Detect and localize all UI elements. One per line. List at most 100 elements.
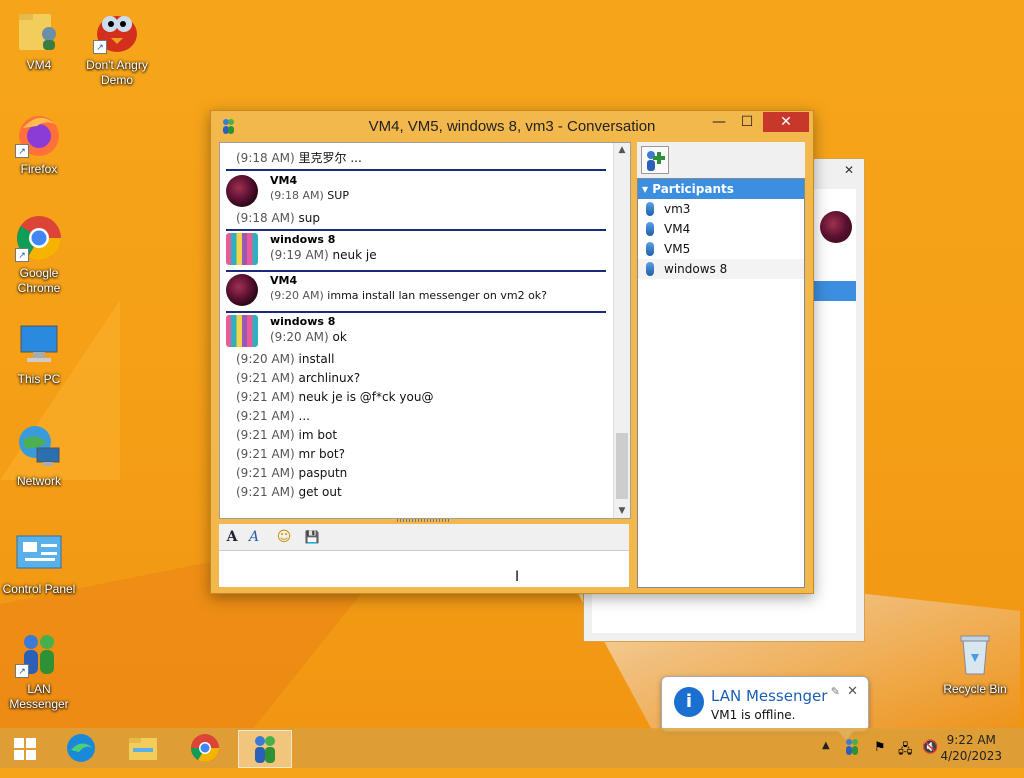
taskbar-lan-messenger[interactable] <box>238 730 292 768</box>
lan-messenger-icon: ↗ <box>15 630 63 678</box>
chat-message: (9:20 AM) ok <box>270 330 347 344</box>
taskbar-edge[interactable] <box>56 730 106 766</box>
participant-item[interactable]: windows 8 <box>638 259 804 279</box>
message-text: get out <box>298 485 342 499</box>
avatar <box>226 315 258 347</box>
participants-list[interactable]: ▾ Participants vm3 VM4 VM5 windows 8 <box>637 178 805 588</box>
desktop-icon-control-panel[interactable]: Control Panel <box>1 530 77 597</box>
recycle-bin-icon <box>951 630 999 678</box>
info-icon: i <box>674 687 704 717</box>
show-hidden-icons-icon[interactable]: ▲ <box>822 740 830 751</box>
clock-date: 4/20/2023 <box>940 749 1002 763</box>
message-sender: windows 8 <box>270 233 336 246</box>
font-style-icon[interactable]: A <box>245 528 263 546</box>
scroll-down-icon[interactable]: ▼ <box>614 506 630 516</box>
message-input[interactable]: I <box>219 550 629 587</box>
message-text: SUP <box>327 189 349 202</box>
participant-item[interactable]: VM4 <box>638 219 804 239</box>
clock[interactable]: 9:22 AM 4/20/2023 <box>940 732 1002 764</box>
notification-close-button[interactable]: ✕ <box>847 684 858 699</box>
chat-history[interactable]: (9:18 AM) 里克罗尔 ... VM4 (9:18 AM) SUP (9:… <box>219 142 631 519</box>
message-time: (9:20 AM) <box>270 289 324 302</box>
volume-muted-icon[interactable]: 🔇 <box>922 740 938 755</box>
add-participant-icon <box>647 151 665 171</box>
conversation-window[interactable]: VM4, VM5, windows 8, vm3 - Conversation … <box>210 110 814 594</box>
font-icon[interactable]: A <box>223 528 241 546</box>
chat-message: (9:18 AM) 里克罗尔 ... <box>236 149 362 166</box>
desktop-icon-dont-angry-demo[interactable]: ↗ Don't Angry Demo <box>79 6 155 88</box>
user-icon <box>646 262 654 276</box>
avatar <box>226 175 258 207</box>
save-icon[interactable]: 💾 <box>303 528 321 546</box>
notification-balloon[interactable]: i LAN Messenger VM1 is offline. ✎ ✕ <box>661 676 869 740</box>
message-separator <box>226 270 606 272</box>
message-text: 里克罗尔 ... <box>298 151 362 165</box>
message-sender: windows 8 <box>270 315 336 328</box>
participants-panel: ▾ Participants vm3 VM4 VM5 windows 8 <box>637 142 805 588</box>
desktop-icon-vm4[interactable]: VM4 <box>1 6 77 73</box>
pin-icon[interactable]: ✎ <box>831 685 840 698</box>
user-icon <box>646 242 654 256</box>
message-time: (9:21 AM) <box>236 371 295 385</box>
angry-bird-icon: ↗ <box>93 6 141 54</box>
close-button[interactable]: ✕ <box>763 112 809 132</box>
desktop-icon-network[interactable]: Network <box>1 422 77 489</box>
chat-message: (9:21 AM) mr bot? <box>236 447 345 461</box>
title-bar[interactable]: VM4, VM5, windows 8, vm3 - Conversation … <box>211 111 813 141</box>
desktop-icon-this-pc[interactable]: This PC <box>1 320 77 387</box>
notification-title: LAN Messenger <box>711 687 828 705</box>
desktop-icon-firefox[interactable]: ↗ Firefox <box>1 110 77 177</box>
format-toolbar: A A ☺ 💾 <box>219 524 629 550</box>
taskbar-chrome[interactable] <box>180 730 230 766</box>
participant-item[interactable]: vm3 <box>638 199 804 219</box>
start-button[interactable] <box>0 730 50 766</box>
message-time: (9:20 AM) <box>236 352 295 366</box>
chat-message: (9:20 AM) install <box>236 352 334 366</box>
chat-message: (9:21 AM) ... <box>236 409 310 423</box>
message-text: pasputn <box>298 466 348 480</box>
add-participant-button[interactable] <box>641 146 669 174</box>
message-time: (9:20 AM) <box>270 330 329 344</box>
scroll-up-icon[interactable]: ▲ <box>614 145 630 155</box>
folder-user-icon <box>15 6 63 54</box>
message-text: neuk je is @f*ck you@ <box>298 390 434 404</box>
desktop-icon-label: Recycle Bin <box>943 682 1007 696</box>
lan-messenger-tray-icon[interactable] <box>844 738 860 759</box>
network-tray-icon[interactable]: 🖧 <box>898 740 913 762</box>
text-cursor-icon: I <box>515 569 520 585</box>
scroll-thumb[interactable] <box>616 433 628 499</box>
network-icon <box>15 422 63 470</box>
chat-message: (9:21 AM) pasputn <box>236 466 347 480</box>
desktop-icon-label: VM4 <box>26 58 52 72</box>
folder-icon <box>129 738 157 760</box>
chrome-icon: ↗ <box>15 214 63 262</box>
chat-scrollbar[interactable]: ▲ ▼ <box>613 143 630 518</box>
maximize-button[interactable]: ☐ <box>733 112 761 132</box>
desktop-icon-recycle-bin[interactable]: Recycle Bin <box>937 630 1013 697</box>
chat-message: (9:18 AM) SUP <box>270 189 349 202</box>
chat-message: (9:21 AM) get out <box>236 485 342 499</box>
shortcut-arrow-icon: ↗ <box>15 144 29 158</box>
desktop-icon-label: Network <box>16 474 61 488</box>
splitter-handle[interactable] <box>219 518 629 523</box>
user-icon <box>646 202 654 216</box>
message-time: (9:21 AM) <box>236 485 295 499</box>
action-center-flag-icon[interactable]: ⚑ <box>874 740 886 755</box>
close-icon[interactable]: ✕ <box>844 163 854 177</box>
message-text: neuk je <box>332 248 377 262</box>
minimize-button[interactable]: — <box>705 112 733 132</box>
desktop-icon-lan-messenger[interactable]: ↗ LAN Messenger <box>1 630 77 712</box>
avatar <box>226 233 258 265</box>
desktop-icon-label: LAN Messenger <box>9 682 69 711</box>
desktop-icon-label: Firefox <box>20 162 58 176</box>
taskbar-file-explorer[interactable] <box>118 730 168 766</box>
desktop-icon-label: Control Panel <box>2 582 76 596</box>
emoji-icon[interactable]: ☺ <box>275 528 293 546</box>
participant-item[interactable]: VM5 <box>638 239 804 259</box>
desktop-icon-chrome[interactable]: ↗ Google Chrome <box>1 214 77 296</box>
message-text: im bot <box>298 428 338 442</box>
chevron-down-icon: ▾ <box>642 182 649 196</box>
shortcut-arrow-icon: ↗ <box>15 664 29 678</box>
message-time: (9:21 AM) <box>236 447 295 461</box>
participants-header[interactable]: ▾ Participants <box>638 179 804 199</box>
